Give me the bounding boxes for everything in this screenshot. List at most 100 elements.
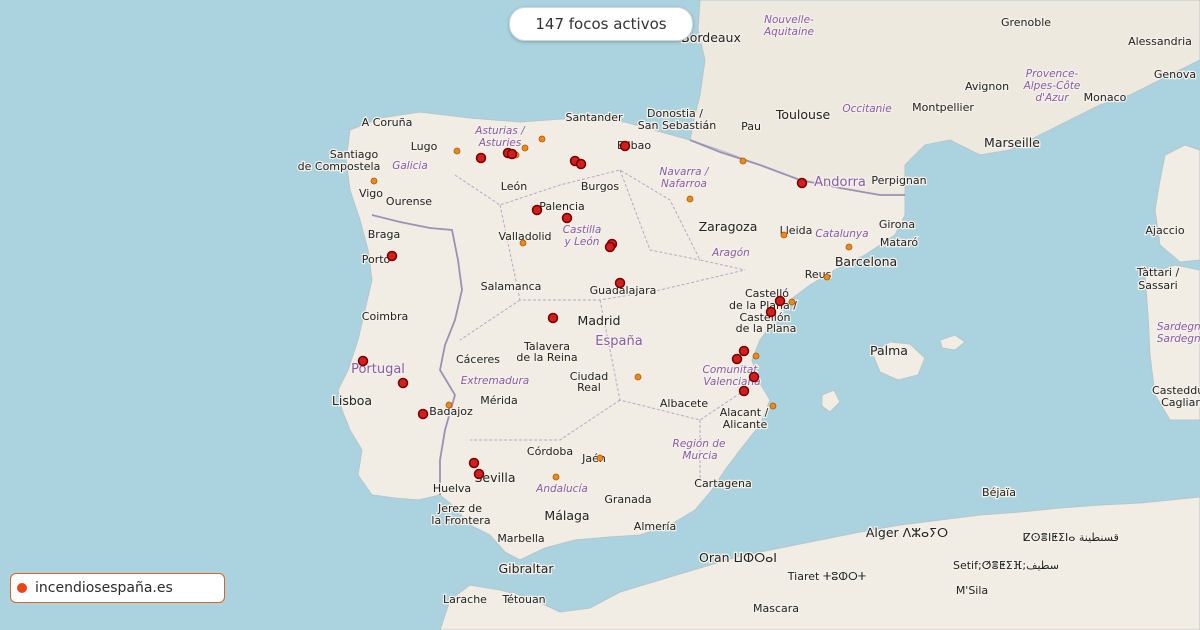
city-label: M'Sila xyxy=(956,584,988,597)
fire-marker-minor[interactable] xyxy=(521,144,529,152)
region-label: Sardegna xyxy=(1157,321,1200,333)
city-label: Huelva xyxy=(433,482,471,495)
fire-marker-major[interactable] xyxy=(738,385,750,397)
city-label: la Frontera xyxy=(431,514,490,527)
city-label: Córdoba xyxy=(527,445,573,458)
city-label: Alger ⴷⵣⴰⵢⵔ xyxy=(866,525,948,540)
fire-marker-major[interactable] xyxy=(614,277,626,289)
fire-marker-major[interactable] xyxy=(386,250,398,262)
city-label: Tiaret ⵜⵓⵀⵔⵜ xyxy=(787,570,866,583)
city-label: Mascara xyxy=(753,602,799,615)
brand-badge[interactable]: incendiosespaña.es xyxy=(10,573,225,603)
fire-marker-major[interactable] xyxy=(796,177,808,189)
fire-marker-major[interactable] xyxy=(473,468,485,480)
fire-marker-minor[interactable] xyxy=(453,147,461,155)
city-label: A Coruña xyxy=(362,116,413,129)
city-label: Santander xyxy=(566,111,623,124)
region-label: Sardegna xyxy=(1157,333,1200,345)
city-label: Marbella xyxy=(497,532,544,545)
city-label: Lugo xyxy=(411,140,438,153)
map-overlay-layer: Nouvelle-Aquitaine Occitanie Provence-Alpe… xyxy=(296,13,1200,617)
fire-marker-minor[interactable] xyxy=(788,298,796,306)
city-label: Porto xyxy=(362,253,391,266)
city-label: Grenoble xyxy=(1001,16,1051,29)
city-label: Braga xyxy=(368,228,401,241)
fire-marker-minor[interactable] xyxy=(845,243,853,251)
city-label: León xyxy=(501,180,527,193)
fire-marker-major[interactable] xyxy=(619,140,631,152)
fire-marker-major[interactable] xyxy=(531,204,543,216)
city-label: Ourense xyxy=(386,195,432,208)
country-label: Andorra xyxy=(814,175,866,190)
fire-marker-major[interactable] xyxy=(506,148,518,160)
region-label: Catalunya xyxy=(815,228,868,240)
city-label: San Sebastián xyxy=(638,119,717,132)
city-label: Montpellier xyxy=(912,101,974,114)
region-label: Nouvelle- xyxy=(764,14,814,26)
fire-marker-major[interactable] xyxy=(774,295,786,307)
city-label: Lisboa xyxy=(332,393,372,408)
fire-marker-major[interactable] xyxy=(604,241,616,253)
fire-marker-major[interactable] xyxy=(748,371,760,383)
city-label: Tétouan xyxy=(501,593,545,606)
fire-marker-minor[interactable] xyxy=(780,231,788,239)
city-label: Gibraltar xyxy=(498,561,554,576)
region-label: Alpes-Côte xyxy=(1023,80,1081,92)
region-label: Nafarroa xyxy=(661,178,707,190)
fire-marker-minor[interactable] xyxy=(596,454,604,462)
city-label: de la Plana xyxy=(736,322,797,335)
city-label: Tàttari / xyxy=(1136,266,1180,279)
fire-marker-major[interactable] xyxy=(547,312,559,324)
fire-marker-major[interactable] xyxy=(738,345,750,357)
fire-marker-major[interactable] xyxy=(417,408,429,420)
city-label: Monaco xyxy=(1084,91,1127,104)
city-label: Cáceres xyxy=(456,353,500,366)
fire-marker-major[interactable] xyxy=(468,457,480,469)
fire-marker-major[interactable] xyxy=(561,212,573,224)
city-label: Vigo xyxy=(359,187,383,200)
city-label: Cagliari xyxy=(1161,396,1200,409)
region-label: Castilla xyxy=(563,224,602,236)
fire-marker-major[interactable] xyxy=(475,152,487,164)
fire-marker-minor[interactable] xyxy=(552,473,560,481)
city-label: Málaga xyxy=(544,508,589,523)
region-label: Andalucía xyxy=(535,483,588,495)
city-label: Real xyxy=(577,381,601,394)
city-label: ⵇⵙⴻⵏⵟⵉⵏⴰ قسنطينة xyxy=(1023,531,1119,544)
country-label: España xyxy=(595,334,642,349)
brand-link-text[interactable]: incendiosespaña.es xyxy=(35,580,173,596)
city-label: Ajaccio xyxy=(1145,224,1184,237)
place-labels: BordeauxToulouse MontpellierMarseilleMona… xyxy=(296,15,1200,617)
city-label: Avignon xyxy=(965,80,1009,93)
active-fires-counter: 147 focos activos xyxy=(509,7,693,41)
fire-marker-minor[interactable] xyxy=(739,157,747,165)
active-fires-counter-text: 147 focos activos xyxy=(535,15,667,33)
fire-marker-major[interactable] xyxy=(575,158,587,170)
city-label: Palma xyxy=(870,343,908,358)
city-label: Sassari xyxy=(1138,279,1178,292)
fire-marker-major[interactable] xyxy=(731,353,743,365)
city-label: Béjaïa xyxy=(982,486,1016,499)
region-label: y León xyxy=(564,236,600,248)
fire-marker-minor[interactable] xyxy=(538,135,546,143)
fire-marker-minor[interactable] xyxy=(752,352,760,360)
region-labels: Nouvelle-Aquitaine Occitanie Provence-Alpe… xyxy=(391,13,1200,497)
fire-marker-major[interactable] xyxy=(397,377,409,389)
fire-marker-minor[interactable] xyxy=(823,273,831,281)
city-label: Larache xyxy=(443,593,487,606)
fire-marker-major[interactable] xyxy=(765,306,777,318)
city-label: Granada xyxy=(604,493,651,506)
city-label: Perpignan xyxy=(871,174,926,187)
fire-marker-minor[interactable] xyxy=(769,402,777,410)
fire-dot-icon xyxy=(17,583,27,593)
fire-marker-minor[interactable] xyxy=(519,239,527,247)
fire-marker-major[interactable] xyxy=(357,355,369,367)
fire-marker-minor[interactable] xyxy=(686,195,694,203)
region-label: Navarra / xyxy=(660,166,710,178)
fire-marker-minor[interactable] xyxy=(634,373,642,381)
region-label: Aragón xyxy=(711,247,750,259)
city-label: Burgos xyxy=(581,180,620,193)
fire-marker-minor[interactable] xyxy=(370,177,378,185)
fire-marker-minor[interactable] xyxy=(445,401,453,409)
city-label: de la Reina xyxy=(516,351,577,364)
